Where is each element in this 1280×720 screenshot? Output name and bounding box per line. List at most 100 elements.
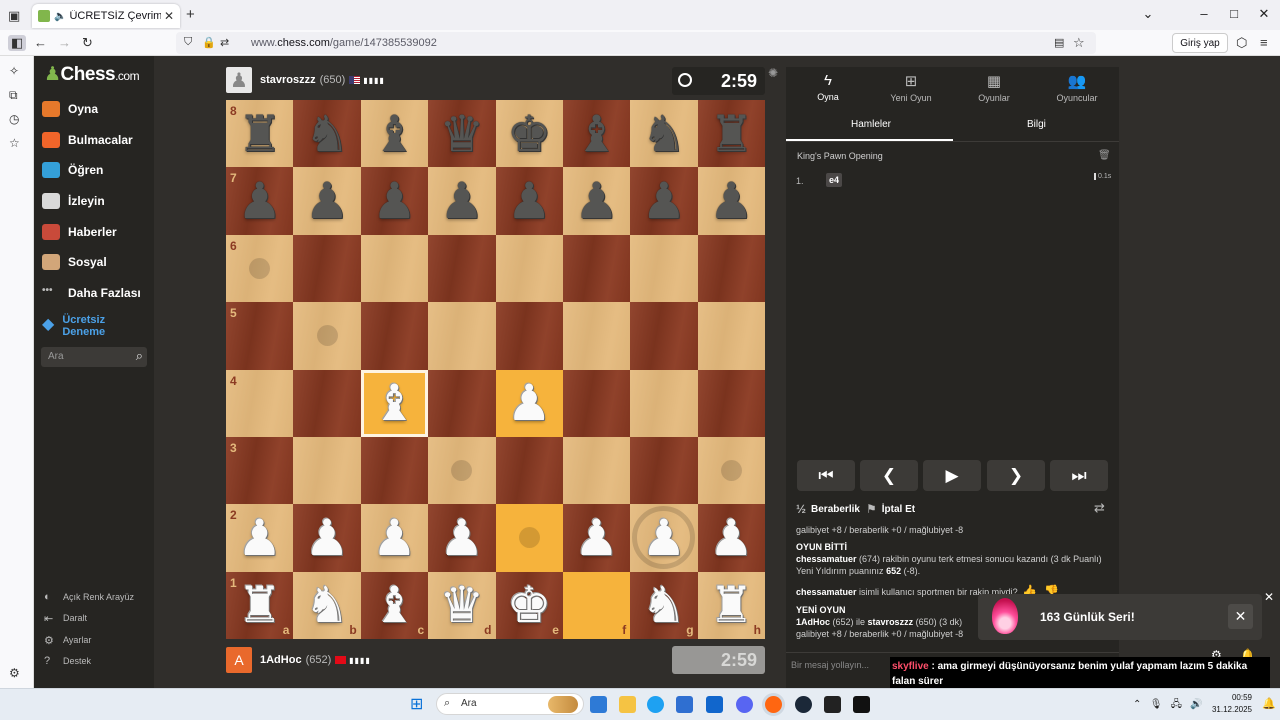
chess-logo[interactable]: ♟Chess.com xyxy=(44,63,140,86)
play-button[interactable]: ▶ xyxy=(923,460,981,491)
store-icon[interactable] xyxy=(676,696,693,713)
sidebar-item-i̇zleyin[interactable]: İzleyin xyxy=(42,190,105,212)
first-move-button[interactable]: ⏮ xyxy=(797,460,855,491)
black-bishop-piece[interactable]: ♝ xyxy=(361,100,428,167)
white-pawn-piece[interactable]: ♟ xyxy=(563,504,630,571)
login-button[interactable]: Giriş yap xyxy=(1172,33,1228,53)
sidebar-item-oyna[interactable]: Oyna xyxy=(42,98,98,120)
white-pawn-piece[interactable]: ♟ xyxy=(698,504,765,571)
last-move-button[interactable]: ⏭ xyxy=(1050,460,1108,491)
square-e5[interactable] xyxy=(495,302,563,370)
close-window-icon[interactable]: ✕ xyxy=(1252,6,1276,22)
taskbar-clock[interactable]: 00:59 31.12.2025 xyxy=(1210,692,1252,716)
abort-button[interactable]: ⚑ İptal Et xyxy=(866,502,915,516)
black-rook-piece[interactable]: ♜ xyxy=(698,100,765,167)
top-player-name[interactable]: stavroszzz xyxy=(260,74,316,86)
white-pawn-piece[interactable]: ♟ xyxy=(428,504,495,571)
panel-tab-oyuncular[interactable]: 👥 Oyuncular xyxy=(1037,72,1117,103)
white-pawn-piece[interactable]: ♟ xyxy=(226,504,293,571)
white-bishop-piece[interactable]: ♝ xyxy=(361,370,428,437)
square-b6[interactable] xyxy=(293,234,361,303)
square-g5[interactable] xyxy=(630,302,698,370)
shield-icon[interactable]: ⛉ xyxy=(184,36,192,49)
square-e3[interactable] xyxy=(495,436,563,505)
streak-close-button[interactable]: ✕ xyxy=(1228,604,1253,629)
black-rook-piece[interactable]: ♜ xyxy=(226,100,293,167)
black-queen-piece[interactable]: ♛ xyxy=(428,100,495,167)
black-pawn-piece[interactable]: ♟ xyxy=(226,167,293,234)
panel-tab-oyunlar[interactable]: ▦ Oyunlar xyxy=(954,72,1034,103)
trash-icon[interactable]: 🗑 xyxy=(1098,150,1111,161)
sidebar-bottom-3[interactable]: ? Destek xyxy=(44,655,91,667)
white-pawn-piece[interactable]: ♟ xyxy=(496,370,563,437)
white-pawn-piece[interactable]: ♟ xyxy=(361,504,428,571)
black-pawn-piece[interactable]: ♟ xyxy=(630,167,697,234)
move-hint-dot[interactable] xyxy=(249,257,271,279)
square-h5[interactable] xyxy=(697,302,765,370)
new-tab-icon[interactable]: + xyxy=(186,6,195,23)
speaker-icon[interactable]: 🔈 xyxy=(54,11,66,22)
sidebar-item-sosyal[interactable]: Sosyal xyxy=(42,251,107,273)
square-f3[interactable] xyxy=(562,436,631,505)
sidebar-item-haberler[interactable]: Haberler xyxy=(42,221,117,243)
menu-icon[interactable]: ≡ xyxy=(1260,35,1268,50)
sidebar-bottom-2[interactable]: ⚙ Ayarlar xyxy=(44,634,91,647)
sidebar-bottom-1[interactable]: ⇤ Daralt xyxy=(44,612,87,625)
black-knight-piece[interactable]: ♞ xyxy=(293,100,360,167)
square-g3[interactable] xyxy=(630,436,698,505)
square-g4[interactable] xyxy=(630,369,698,437)
white-knight-piece[interactable]: ♞ xyxy=(630,572,697,639)
black-pawn-piece[interactable]: ♟ xyxy=(361,167,428,234)
next-move-button[interactable]: ❯ xyxy=(987,460,1045,491)
sidebar-item-daha-fazlası[interactable]: ••• Daha Fazlası xyxy=(42,282,141,304)
square-d6[interactable] xyxy=(428,234,496,303)
board-settings-icon[interactable]: ✺ xyxy=(768,66,778,80)
draw-button[interactable]: ½ Beraberlik xyxy=(796,502,860,516)
free-trial-link[interactable]: ◆ Ücretsiz Deneme xyxy=(42,314,105,338)
close-tab-icon[interactable]: ✕ xyxy=(164,9,174,23)
square-a5[interactable]: 5 xyxy=(226,302,294,370)
tab-overview-icon[interactable]: ▣ xyxy=(8,8,20,24)
permissions-icon[interactable]: ⇄ xyxy=(220,36,229,49)
square-a4[interactable]: 4 xyxy=(226,369,294,437)
square-b4[interactable] xyxy=(293,369,361,437)
flip-board-icon[interactable]: ⇄ xyxy=(1094,500,1105,516)
outlook-icon[interactable] xyxy=(706,696,723,713)
square-c6[interactable] xyxy=(360,234,429,303)
obs-icon[interactable] xyxy=(824,696,841,713)
square-b3[interactable] xyxy=(293,436,361,505)
tab-moves[interactable]: Hamleler xyxy=(851,119,891,130)
square-c3[interactable] xyxy=(360,436,429,505)
white-king-piece[interactable]: ♚ xyxy=(496,572,563,639)
reload-icon[interactable]: ↻ xyxy=(82,35,93,51)
chess-board[interactable]: 8 7 6 5 4 3 2 1 a b c d e f g h ♜ ♞ ♝ ♛ ♚ ♝ ♞ ♜ ♟ ♟ ♟ ♟ ♟ ♟ ♟ ♟ ♝ ♟ ♟ ♟ ♟ ♟ ♟ ♟… xyxy=(226,100,765,639)
notifications-icon[interactable]: 🔔 xyxy=(1262,697,1276,710)
sidebar-search-input[interactable]: Ara ⌕ xyxy=(41,347,147,367)
white-pawn-piece[interactable]: ♟ xyxy=(630,504,697,571)
lock-icon[interactable]: 🔒 xyxy=(202,36,216,49)
black-pawn-piece[interactable]: ♟ xyxy=(698,167,765,234)
square-a3[interactable]: 3 xyxy=(226,436,294,505)
synced-tabs-icon[interactable]: ⧉ xyxy=(9,88,18,103)
reader-view-icon[interactable]: ▤ xyxy=(1054,36,1064,49)
square-d5[interactable] xyxy=(428,302,496,370)
bookmark-star-icon[interactable]: ☆ xyxy=(1073,35,1085,51)
steam-icon[interactable] xyxy=(795,696,812,713)
maximize-icon[interactable]: □ xyxy=(1222,6,1246,21)
ai-sparkle-icon[interactable]: ✧ xyxy=(9,64,19,78)
square-c5[interactable] xyxy=(360,302,429,370)
black-pawn-piece[interactable]: ♟ xyxy=(496,167,563,234)
move-hint-dot[interactable] xyxy=(720,460,742,482)
bottom-player-avatar[interactable]: A xyxy=(226,647,252,673)
windows-start-icon[interactable]: ⊞ xyxy=(410,694,423,714)
widgets-icon[interactable] xyxy=(548,696,578,713)
square-f6[interactable] xyxy=(562,234,631,303)
panel-tab-yeni-oyun[interactable]: ⊞ Yeni Oyun xyxy=(871,72,951,103)
back-arrow-icon[interactable]: ← xyxy=(34,35,47,50)
discord-icon[interactable] xyxy=(736,696,753,713)
minimize-icon[interactable]: – xyxy=(1192,6,1216,21)
square-g6[interactable] xyxy=(630,234,698,303)
system-tray[interactable]: ⌃ 🎙 🖧 🔊 xyxy=(1133,697,1203,714)
square-h6[interactable] xyxy=(697,234,765,303)
top-player-avatar[interactable]: ♟ xyxy=(226,67,252,93)
